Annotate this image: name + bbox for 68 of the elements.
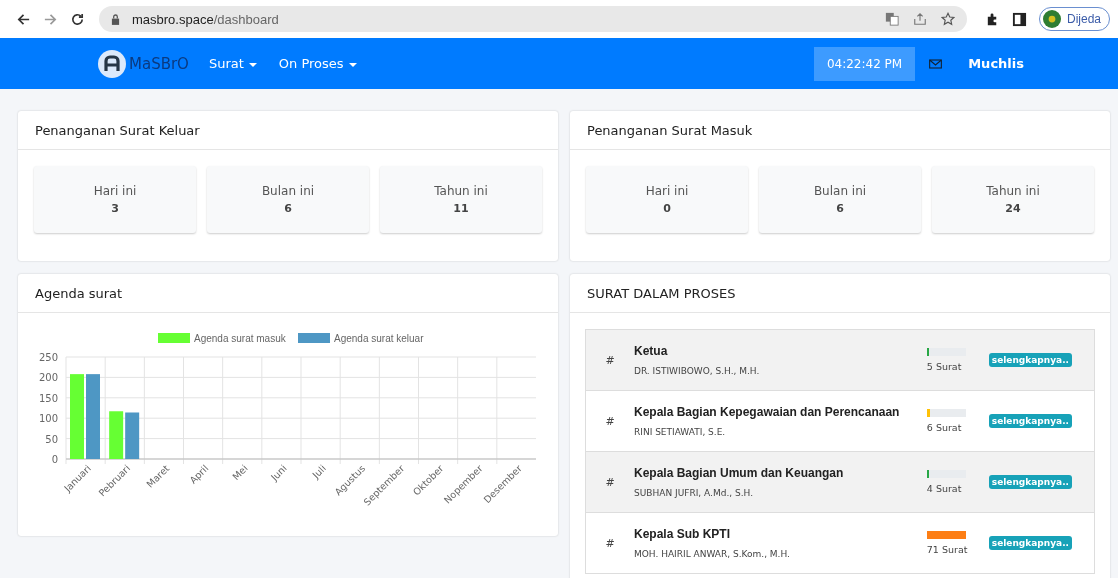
- letter-count: 6 Surat: [926, 422, 963, 433]
- reload-icon[interactable]: [70, 11, 85, 27]
- progress-bar: [926, 531, 966, 539]
- stat-label: Tahun ini: [434, 184, 488, 198]
- axis-tick-label: Mei: [230, 462, 250, 483]
- card-title: Penanganan Surat Masuk: [570, 111, 1110, 150]
- details-button[interactable]: selengkapnya..: [988, 475, 1072, 489]
- details-button[interactable]: selengkapnya..: [988, 536, 1072, 550]
- axis-tick-label: 200: [38, 372, 58, 384]
- user-menu[interactable]: Muchlis: [968, 56, 1024, 71]
- stat-value: 6: [836, 202, 844, 215]
- chart-bar: [109, 411, 124, 459]
- position-title: Kepala Bagian Umum dan Keuangan: [634, 466, 845, 480]
- address-bar[interactable]: masbro.space/dashboard: [99, 6, 967, 32]
- logo-icon: [98, 49, 126, 78]
- stat-label: Tahun ini: [986, 184, 1040, 198]
- letter-count: 4 Surat: [926, 483, 963, 494]
- axis-tick-label: 250: [38, 352, 58, 363]
- axis-tick-label: 100: [38, 413, 58, 425]
- progress-bar: [926, 348, 966, 356]
- details-button[interactable]: selengkapnya..: [988, 414, 1072, 428]
- position-title: Kepala Bagian Kepegawaian dan Perencanaan: [634, 405, 901, 419]
- stat-label: Bulan ini: [261, 184, 315, 198]
- legend-label: Agenda surat keluar: [334, 333, 424, 344]
- card-title: Penanganan Surat Keluar: [18, 111, 558, 150]
- stat-value: 11: [453, 202, 469, 215]
- row-mark: #: [604, 353, 616, 367]
- person-name: SUBHAN JUFRI, A.Md., S.H.: [634, 488, 754, 498]
- person-name: MOH. HAIRIL ANWAR, S.Kom., M.H.: [634, 549, 791, 559]
- stat-label: Bulan ini: [813, 184, 867, 198]
- star-icon[interactable]: [940, 12, 955, 26]
- nav-menu[interactable]: Surat: [208, 56, 257, 71]
- person-name: RINI SETIAWATI, S.E.: [634, 427, 727, 437]
- stat-value: 0: [663, 202, 671, 215]
- nav-menu[interactable]: On Proses: [278, 56, 357, 71]
- details-button[interactable]: selengkapnya..: [988, 353, 1072, 367]
- position-title: Kepala Sub KPTI: [634, 527, 732, 541]
- progress-bar: [926, 470, 966, 478]
- axis-tick-label: 0: [51, 454, 58, 465]
- stat-value: 3: [111, 202, 119, 215]
- person-name: DR. ISTIWIBOWO, S.H., M.H.: [634, 366, 761, 376]
- letter-count: 71 Surat: [926, 544, 969, 555]
- mail-icon[interactable]: [929, 58, 943, 69]
- stat-value: 6: [284, 202, 292, 215]
- letter-count: 5 Surat: [926, 361, 963, 372]
- avatar-icon: [1042, 10, 1061, 28]
- stat-label: Hari ini: [93, 184, 137, 198]
- translate-icon[interactable]: [884, 12, 899, 26]
- legend-label: Agenda surat masuk: [194, 333, 286, 344]
- stat-label: Hari ini: [645, 184, 689, 198]
- row-mark: #: [604, 414, 616, 428]
- axis-tick-label: 50: [45, 433, 58, 445]
- share-icon[interactable]: [912, 12, 927, 26]
- position-title: Ketua: [634, 344, 669, 358]
- caret-icon: [348, 62, 357, 67]
- clock: 04:22:42 PM: [813, 46, 916, 81]
- progress-bar: [926, 409, 966, 417]
- axis-tick-label: 150: [38, 392, 58, 404]
- caret-icon: [248, 62, 257, 67]
- row-mark: #: [604, 475, 616, 489]
- card-title: Agenda surat: [18, 274, 558, 313]
- chart-bar: [125, 412, 140, 459]
- card-title: SURAT DALAM PROSES: [570, 274, 1110, 313]
- row-mark: #: [604, 536, 616, 550]
- sidebar-icon[interactable]: [1011, 11, 1027, 27]
- stat-value: 24: [1005, 202, 1021, 215]
- lock-icon: [111, 13, 120, 25]
- brand-name[interactable]: MaSBrO: [129, 54, 189, 73]
